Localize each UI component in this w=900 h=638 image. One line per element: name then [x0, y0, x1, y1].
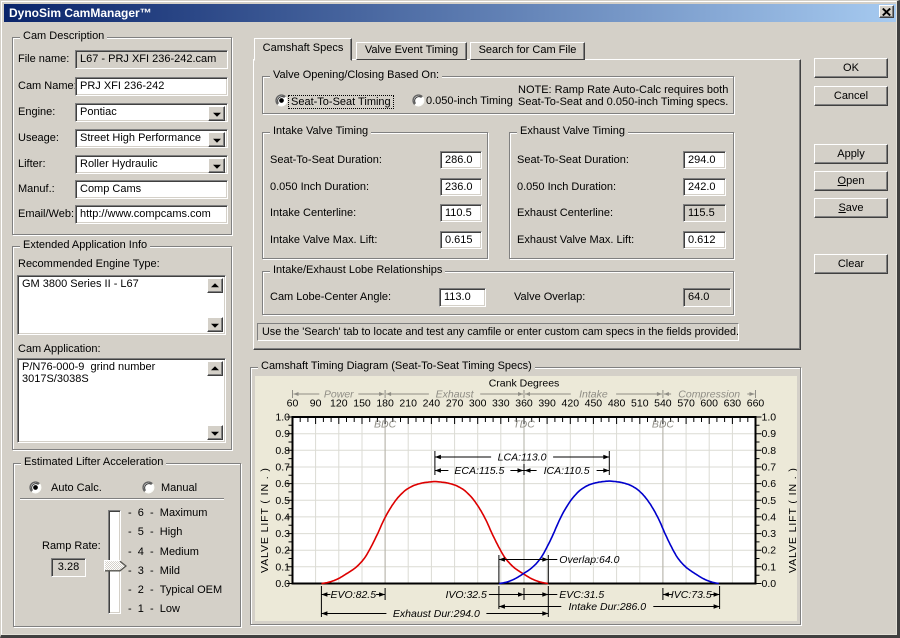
- svg-text:0.9: 0.9: [762, 428, 777, 440]
- svg-text:0.1: 0.1: [762, 561, 777, 573]
- svg-text:660: 660: [747, 398, 765, 410]
- svg-text:330: 330: [492, 398, 510, 410]
- svg-text:TDC: TDC: [513, 419, 535, 431]
- svg-text:360: 360: [515, 398, 533, 410]
- svg-text:630: 630: [724, 398, 742, 410]
- svg-text:IVO:32.5: IVO:32.5: [445, 589, 487, 601]
- svg-text:0.4: 0.4: [762, 511, 777, 523]
- svg-text:0.7: 0.7: [275, 462, 290, 474]
- svg-text:0.5: 0.5: [762, 495, 777, 507]
- svg-text:0.0: 0.0: [762, 578, 777, 590]
- svg-text:Exhaust Dur:294.0: Exhaust Dur:294.0: [393, 608, 480, 620]
- svg-text:270: 270: [446, 398, 464, 410]
- svg-text:ICA:110.5: ICA:110.5: [544, 465, 590, 477]
- svg-text:0.5: 0.5: [275, 495, 290, 507]
- svg-text:0.1: 0.1: [275, 561, 290, 573]
- svg-text:480: 480: [608, 398, 626, 410]
- svg-text:0.0: 0.0: [275, 578, 290, 590]
- svg-text:0.8: 0.8: [275, 445, 290, 457]
- svg-text:0.7: 0.7: [762, 462, 777, 474]
- svg-text:ECA:115.5: ECA:115.5: [454, 465, 504, 477]
- svg-text:0.8: 0.8: [762, 445, 777, 457]
- svg-text:0.6: 0.6: [762, 478, 777, 490]
- svg-text:0.3: 0.3: [762, 528, 777, 540]
- svg-text:300: 300: [469, 398, 487, 410]
- svg-text:0.6: 0.6: [275, 478, 290, 490]
- svg-text:210: 210: [399, 398, 417, 410]
- svg-text:EVC:31.5: EVC:31.5: [559, 589, 604, 601]
- svg-text:120: 120: [330, 398, 348, 410]
- svg-text:540: 540: [654, 398, 672, 410]
- svg-text:390: 390: [538, 398, 556, 410]
- svg-text:180: 180: [376, 398, 394, 410]
- svg-text:420: 420: [562, 398, 580, 410]
- svg-text:VALVE LIFT ( IN . ): VALVE LIFT ( IN . ): [259, 467, 271, 573]
- svg-text:BDC: BDC: [652, 419, 675, 431]
- svg-text:Intake Dur:286.0: Intake Dur:286.0: [568, 601, 646, 613]
- svg-text:0.2: 0.2: [762, 545, 777, 557]
- svg-text:0.4: 0.4: [275, 511, 290, 523]
- svg-text:VALVE LIFT ( IN . ): VALVE LIFT ( IN . ): [787, 467, 797, 573]
- svg-text:510: 510: [631, 398, 649, 410]
- svg-text:0.2: 0.2: [275, 545, 290, 557]
- svg-text:LCA:113.0: LCA:113.0: [498, 452, 547, 464]
- svg-text:240: 240: [423, 398, 441, 410]
- svg-text:450: 450: [585, 398, 603, 410]
- svg-text:Crank Degrees: Crank Degrees: [489, 378, 560, 390]
- svg-text:150: 150: [353, 398, 371, 410]
- svg-text:90: 90: [310, 398, 322, 410]
- svg-text:EVO:82.5: EVO:82.5: [331, 589, 377, 601]
- svg-text:60: 60: [287, 398, 299, 410]
- svg-text:Overlap:64.0: Overlap:64.0: [559, 554, 619, 566]
- svg-text:BDC: BDC: [374, 419, 397, 431]
- svg-text:0.9: 0.9: [275, 428, 290, 440]
- svg-text:570: 570: [677, 398, 695, 410]
- svg-text:0.3: 0.3: [275, 528, 290, 540]
- svg-text:1.0: 1.0: [762, 412, 777, 424]
- svg-text:1.0: 1.0: [275, 412, 290, 424]
- svg-text:600: 600: [700, 398, 718, 410]
- svg-text:IVC:73.5: IVC:73.5: [671, 589, 712, 601]
